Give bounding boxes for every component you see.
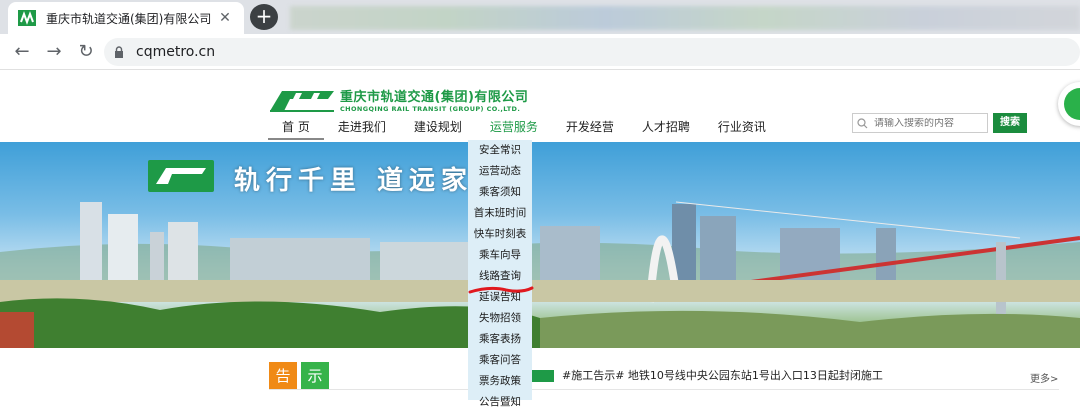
nav-home[interactable]: 首 页 bbox=[268, 118, 324, 140]
website: 重庆市轨道交通(集团)有限公司 CHONGQING RAIL TRANSIT (… bbox=[0, 70, 1080, 400]
lock-icon bbox=[115, 46, 123, 58]
notice-bullet-icon bbox=[532, 370, 554, 382]
nav-development[interactable]: 开发经营 bbox=[552, 118, 628, 140]
dropdown-item-announcement[interactable]: 公告暨知 bbox=[468, 392, 532, 413]
floating-widget-button[interactable] bbox=[1058, 82, 1080, 126]
browser-toolbar: ← → ↻ cqmetro.cn bbox=[0, 34, 1080, 70]
reload-icon[interactable]: ↻ bbox=[70, 41, 102, 62]
notice-tag-shi[interactable]: 示 bbox=[301, 362, 329, 390]
browser-tab[interactable]: 重庆市轨道交通(集团)有限公司 ✕ bbox=[8, 2, 244, 34]
dropdown-item-operation-news[interactable]: 运营动态 bbox=[468, 161, 532, 182]
hero-banner: 轨行千里 道远家 bbox=[0, 142, 1080, 348]
wifi-icon bbox=[1064, 88, 1080, 120]
dropdown-item-ticket-policy[interactable]: 票务政策 bbox=[468, 371, 532, 392]
dropdown-item-lost-found[interactable]: 失物招领 bbox=[468, 308, 532, 329]
search-button[interactable]: 搜索 bbox=[993, 113, 1027, 133]
nav-operation-services[interactable]: 运营服务 bbox=[476, 118, 552, 140]
dropdown-item-safety[interactable]: 安全常识 bbox=[468, 140, 532, 161]
search-input[interactable] bbox=[874, 117, 982, 129]
main-nav: 首 页 走进我们 建设规划 运营服务 开发经营 人才招聘 行业资讯 bbox=[268, 118, 780, 140]
address-bar[interactable]: cqmetro.cn bbox=[104, 38, 1080, 66]
notice-headline[interactable]: #施工告示# 地铁10号线中央公园东站1号出入口13日起封闭施工 bbox=[562, 367, 883, 383]
cqmetro-favicon-icon bbox=[18, 10, 36, 26]
operation-services-dropdown: 安全常识 运营动态 乘客须知 首末班时间 快车时刻表 乘车向导 线路查询 延误告… bbox=[468, 140, 532, 408]
notice-tag-gao[interactable]: 告 bbox=[269, 362, 297, 390]
nav-recruitment[interactable]: 人才招聘 bbox=[628, 118, 704, 140]
dropdown-item-express-timetable[interactable]: 快车时刻表 bbox=[468, 224, 532, 245]
dropdown-item-first-last-train[interactable]: 首末班时间 bbox=[468, 203, 532, 224]
dropdown-item-praise[interactable]: 乘客表扬 bbox=[468, 329, 532, 350]
more-link[interactable]: 更多> bbox=[1030, 370, 1058, 385]
forward-icon[interactable]: → bbox=[38, 41, 70, 62]
site-search-box bbox=[852, 113, 988, 133]
nav-about[interactable]: 走进我们 bbox=[324, 118, 400, 140]
browser-tab-strip: 重庆市轨道交通(集团)有限公司 ✕ + bbox=[0, 0, 1080, 34]
url-text: cqmetro.cn bbox=[136, 44, 216, 60]
search-icon bbox=[857, 117, 868, 128]
notice-divider bbox=[269, 389, 1059, 390]
nav-planning[interactable]: 建设规划 bbox=[400, 118, 476, 140]
close-tab-icon[interactable]: ✕ bbox=[216, 10, 234, 26]
banner-logo-icon bbox=[148, 160, 214, 192]
metro-logo-icon bbox=[270, 90, 334, 112]
logo-english-name: CHONGQING RAIL TRANSIT (GROUP) CO.,LTD. bbox=[340, 105, 521, 113]
other-tabs-blurred bbox=[290, 6, 1080, 30]
nav-industry-news[interactable]: 行业资讯 bbox=[704, 118, 780, 140]
dropdown-item-qa[interactable]: 乘客问答 bbox=[468, 350, 532, 371]
red-underline-annotation bbox=[468, 286, 534, 294]
tab-title: 重庆市轨道交通(集团)有限公司 bbox=[46, 11, 212, 26]
banner-slogan: 轨行千里 道远家 bbox=[234, 166, 474, 196]
new-tab-button[interactable]: + bbox=[250, 4, 278, 30]
logo-chinese-name: 重庆市轨道交通(集团)有限公司 bbox=[340, 90, 529, 105]
dropdown-item-passenger-notice[interactable]: 乘客须知 bbox=[468, 182, 532, 203]
dropdown-item-ride-guide[interactable]: 乘车向导 bbox=[468, 245, 532, 266]
site-logo[interactable]: 重庆市轨道交通(集团)有限公司 CHONGQING RAIL TRANSIT (… bbox=[268, 86, 528, 113]
back-icon[interactable]: ← bbox=[6, 41, 38, 62]
